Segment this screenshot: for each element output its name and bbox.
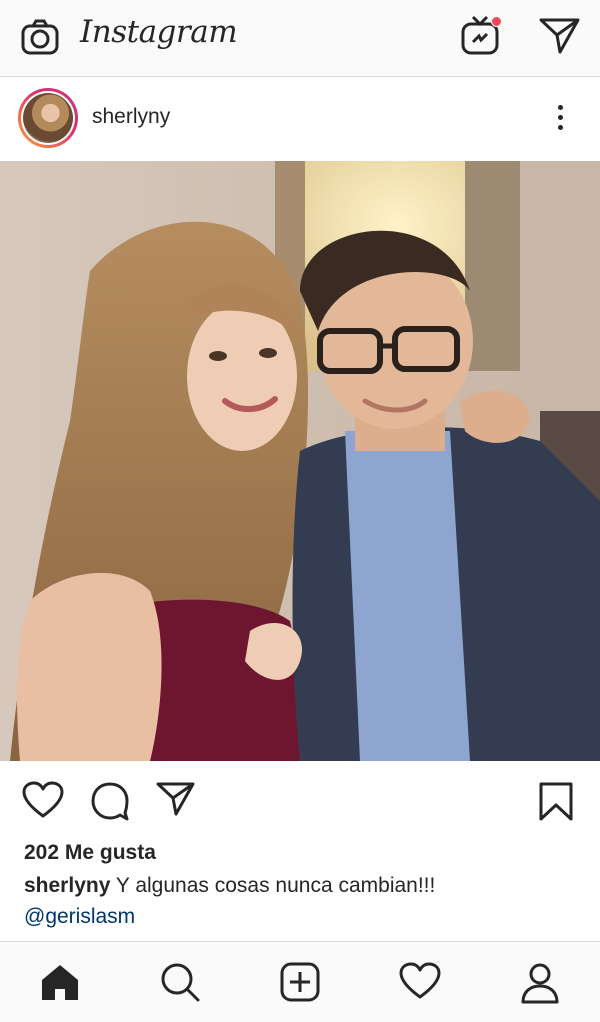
caption-mention[interactable]: @gerislasm bbox=[24, 905, 135, 929]
igtv-icon[interactable] bbox=[460, 14, 502, 61]
direct-message-icon[interactable] bbox=[539, 17, 581, 60]
comment-icon[interactable] bbox=[90, 781, 130, 826]
top-bar: Instagram bbox=[0, 0, 600, 77]
camera-icon[interactable] bbox=[20, 18, 60, 63]
post-header: sherlyny bbox=[0, 78, 600, 161]
more-options-icon[interactable] bbox=[555, 105, 565, 135]
likes-count[interactable]: 202 Me gusta bbox=[24, 841, 156, 865]
post-actions bbox=[0, 761, 600, 837]
post-caption: sherlyny Y algunas cosas nunca cambian!!… bbox=[24, 874, 435, 898]
share-icon[interactable] bbox=[156, 781, 196, 822]
caption-text: Y algunas cosas nunca cambian!!! bbox=[115, 874, 436, 897]
caption-username[interactable]: sherlyny bbox=[24, 874, 110, 897]
search-icon[interactable] bbox=[160, 962, 200, 1007]
avatar[interactable] bbox=[18, 88, 78, 148]
post-photo[interactable] bbox=[0, 161, 600, 761]
heart-icon[interactable] bbox=[22, 781, 64, 824]
add-post-icon[interactable] bbox=[280, 962, 320, 1007]
activity-heart-icon[interactable] bbox=[399, 962, 441, 1005]
profile-icon[interactable] bbox=[520, 962, 560, 1009]
bottom-nav bbox=[0, 941, 600, 1022]
bookmark-icon[interactable] bbox=[538, 781, 574, 828]
post-username[interactable]: sherlyny bbox=[92, 105, 170, 129]
instagram-logo[interactable]: Instagram bbox=[80, 14, 238, 50]
home-icon[interactable] bbox=[40, 962, 80, 1007]
notification-dot bbox=[491, 16, 502, 27]
